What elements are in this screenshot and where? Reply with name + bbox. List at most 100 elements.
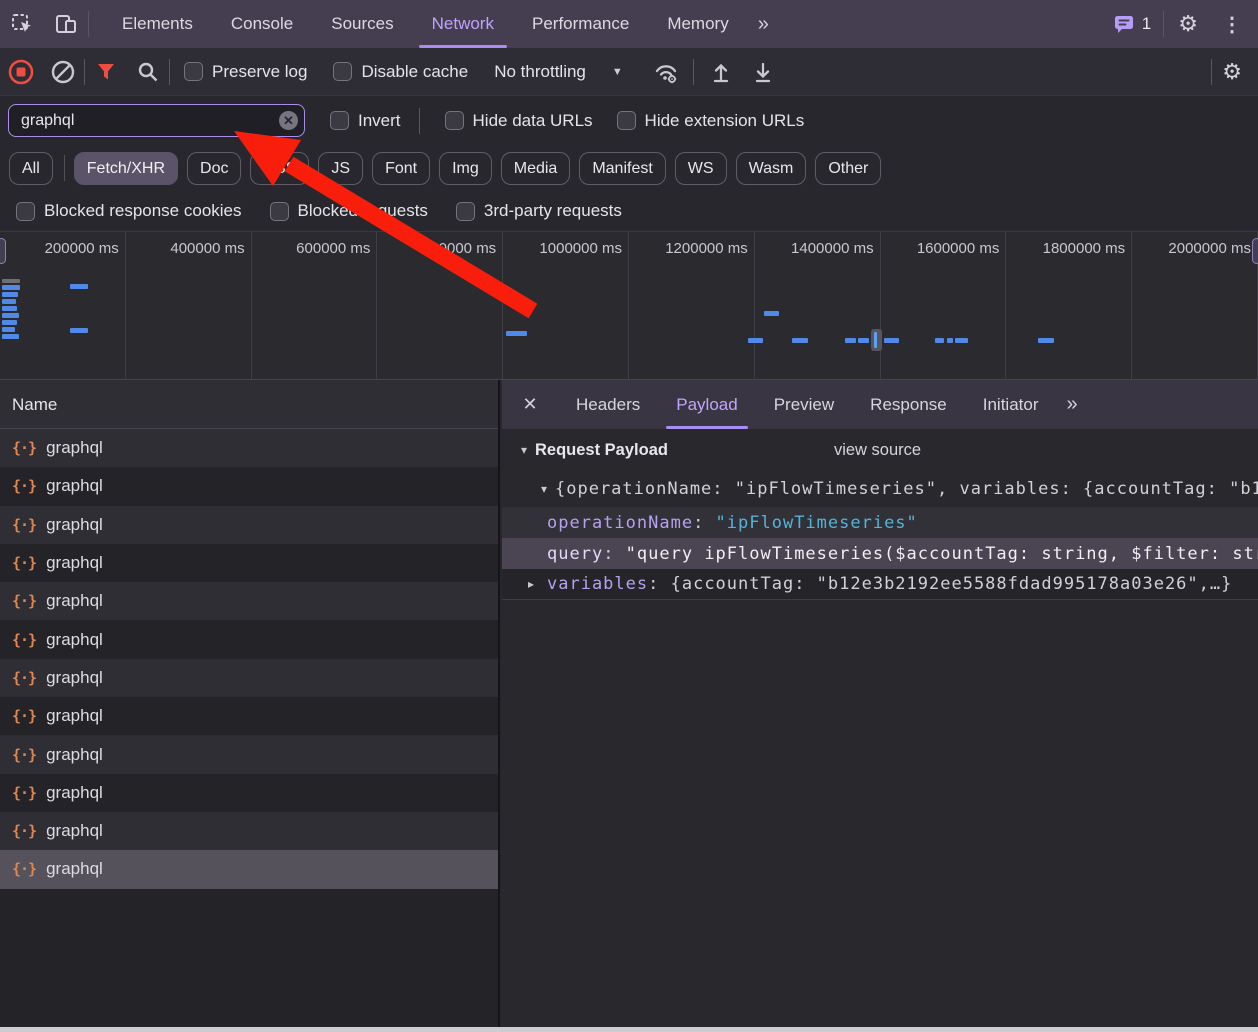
request-mark (70, 328, 88, 333)
details-tab-preview[interactable]: Preview (756, 380, 852, 429)
chip-img[interactable]: Img (439, 152, 492, 185)
request-row[interactable]: {·}graphql (0, 735, 498, 773)
payload-row-variables[interactable]: ▸variables: {accountTag: "b12e3b2192ee55… (502, 569, 1258, 600)
collapse-twisty-icon[interactable]: ▾ (521, 443, 535, 457)
request-row[interactable]: {·} graphql (0, 850, 498, 888)
fetch-xhr-icon: {·} (12, 554, 36, 572)
hide-extension-urls-checkbox[interactable] (617, 111, 636, 130)
request-mark (748, 338, 763, 343)
close-details-icon[interactable]: ✕ (502, 394, 558, 415)
preserve-log-label: Preserve log (212, 62, 307, 82)
request-payload-title: Request Payload (535, 441, 668, 460)
name-column-header[interactable]: Name (0, 380, 498, 429)
more-tabs-chevron[interactable]: » (748, 13, 777, 36)
clear-filter-icon[interactable]: ✕ (279, 111, 298, 130)
payload-row-query[interactable]: query: "query ipFlowTimeseries($accountT… (502, 538, 1258, 569)
chip-css[interactable]: CSS (250, 152, 309, 185)
tab-performance[interactable]: Performance (513, 0, 648, 48)
disable-cache-checkbox[interactable] (333, 62, 352, 81)
chip-manifest[interactable]: Manifest (579, 152, 665, 185)
payload-preview-row[interactable]: ▾ {operationName: "ipFlowTimeseries", va… (502, 471, 1258, 507)
request-mark (792, 338, 808, 343)
payload-row-operationname[interactable]: operationName: "ipFlowTimeseries" (502, 507, 1258, 538)
issues-count[interactable]: 1 (1142, 14, 1151, 34)
request-name: graphql (46, 591, 103, 611)
request-row[interactable]: {·}graphql (0, 582, 498, 620)
search-icon[interactable] (127, 48, 169, 96)
payload-preview-text: {operationName: "ipFlowTimeseries", vari… (555, 479, 1258, 499)
fetch-xhr-icon: {·} (12, 439, 36, 457)
chip-other[interactable]: Other (815, 152, 881, 185)
chip-ws[interactable]: WS (675, 152, 727, 185)
invert-label: Invert (358, 111, 401, 131)
payload-row-text: variables: {accountTag: "b12e3b2192ee558… (547, 574, 1232, 594)
clear-network-log-button[interactable] (42, 48, 84, 96)
details-tab-initiator[interactable]: Initiator (965, 380, 1057, 429)
filter-input[interactable] (8, 104, 305, 137)
chip-fetch-xhr[interactable]: Fetch/XHR (74, 152, 178, 185)
network-conditions-icon[interactable] (645, 48, 687, 96)
network-overview-timeline[interactable]: 200000 ms400000 ms600000 ms800000 ms1000… (0, 232, 1258, 380)
issues-icon[interactable] (1112, 13, 1136, 35)
hide-data-urls-label: Hide data URLs (473, 111, 593, 131)
view-source-link[interactable]: view source (834, 441, 921, 460)
fetch-xhr-icon: {·} (12, 860, 36, 878)
fetch-xhr-icon: {·} (12, 669, 36, 687)
request-row[interactable]: {·}graphql (0, 812, 498, 850)
chip-js[interactable]: JS (318, 152, 363, 185)
devtools-tabbar: ElementsConsoleSourcesNetworkPerformance… (0, 0, 1258, 48)
import-har-icon[interactable] (700, 48, 742, 96)
more-details-tabs-chevron[interactable]: » (1056, 393, 1085, 416)
chip-doc[interactable]: Doc (187, 152, 241, 185)
record-network-log-button[interactable] (0, 48, 42, 96)
overview-right-handle[interactable] (1252, 238, 1258, 264)
request-row[interactable]: {·}graphql (0, 697, 498, 735)
expand-twisty-icon[interactable]: ▸ (528, 577, 547, 591)
filter-icon[interactable] (85, 48, 127, 96)
device-toolbar-icon[interactable] (44, 0, 88, 48)
kebab-menu-icon[interactable]: ⋮ (1212, 12, 1252, 37)
chip-all[interactable]: All (9, 152, 53, 185)
chip-media[interactable]: Media (501, 152, 571, 185)
details-tabs: HeadersPayloadPreviewResponseInitiator (558, 380, 1056, 429)
request-mark (845, 338, 856, 343)
request-row[interactable]: {·}graphql (0, 429, 498, 467)
request-row[interactable]: {·}graphql (0, 544, 498, 582)
request-row[interactable]: {·}graphql (0, 467, 498, 505)
blocked-requests-label: Blocked requests (298, 201, 428, 221)
request-row[interactable]: {·}graphql (0, 506, 498, 544)
blocked-response-cookies-checkbox[interactable] (16, 202, 35, 221)
blocked-requests-checkbox[interactable] (270, 202, 289, 221)
request-row[interactable]: {·}graphql (0, 774, 498, 812)
request-mark (764, 311, 779, 316)
details-tab-response[interactable]: Response (852, 380, 965, 429)
3rd-party-requests-label: 3rd-party requests (484, 201, 622, 221)
tab-sources[interactable]: Sources (312, 0, 412, 48)
hide-data-urls-checkbox[interactable] (445, 111, 464, 130)
settings-gear-icon[interactable]: ⚙ (1168, 13, 1208, 35)
expand-twisty-icon[interactable]: ▾ (541, 482, 555, 496)
chip-font[interactable]: Font (372, 152, 430, 185)
tab-elements[interactable]: Elements (103, 0, 212, 48)
overview-left-handle[interactable] (0, 238, 6, 264)
throttling-select[interactable]: No throttling ▼ (494, 62, 623, 82)
tab-network[interactable]: Network (413, 0, 513, 48)
export-har-icon[interactable] (742, 48, 784, 96)
preserve-log-checkbox[interactable] (184, 62, 203, 81)
details-tab-payload[interactable]: Payload (658, 380, 755, 429)
tab-console[interactable]: Console (212, 0, 312, 48)
chip-wasm[interactable]: Wasm (736, 152, 807, 185)
details-tab-headers[interactable]: Headers (558, 380, 658, 429)
divider (88, 11, 89, 37)
request-row[interactable]: {·}graphql (0, 659, 498, 697)
divider (169, 59, 170, 85)
payload-key: operationName (547, 513, 693, 533)
tab-memory[interactable]: Memory (648, 0, 747, 48)
invert-checkbox[interactable] (330, 111, 349, 130)
request-row[interactable]: {·}graphql (0, 620, 498, 658)
network-settings-gear-icon[interactable]: ⚙ (1212, 61, 1258, 83)
3rd-party-requests-checkbox[interactable] (456, 202, 475, 221)
request-name: graphql (46, 859, 103, 879)
request-mark (858, 338, 869, 343)
inspect-element-icon[interactable] (0, 0, 44, 48)
